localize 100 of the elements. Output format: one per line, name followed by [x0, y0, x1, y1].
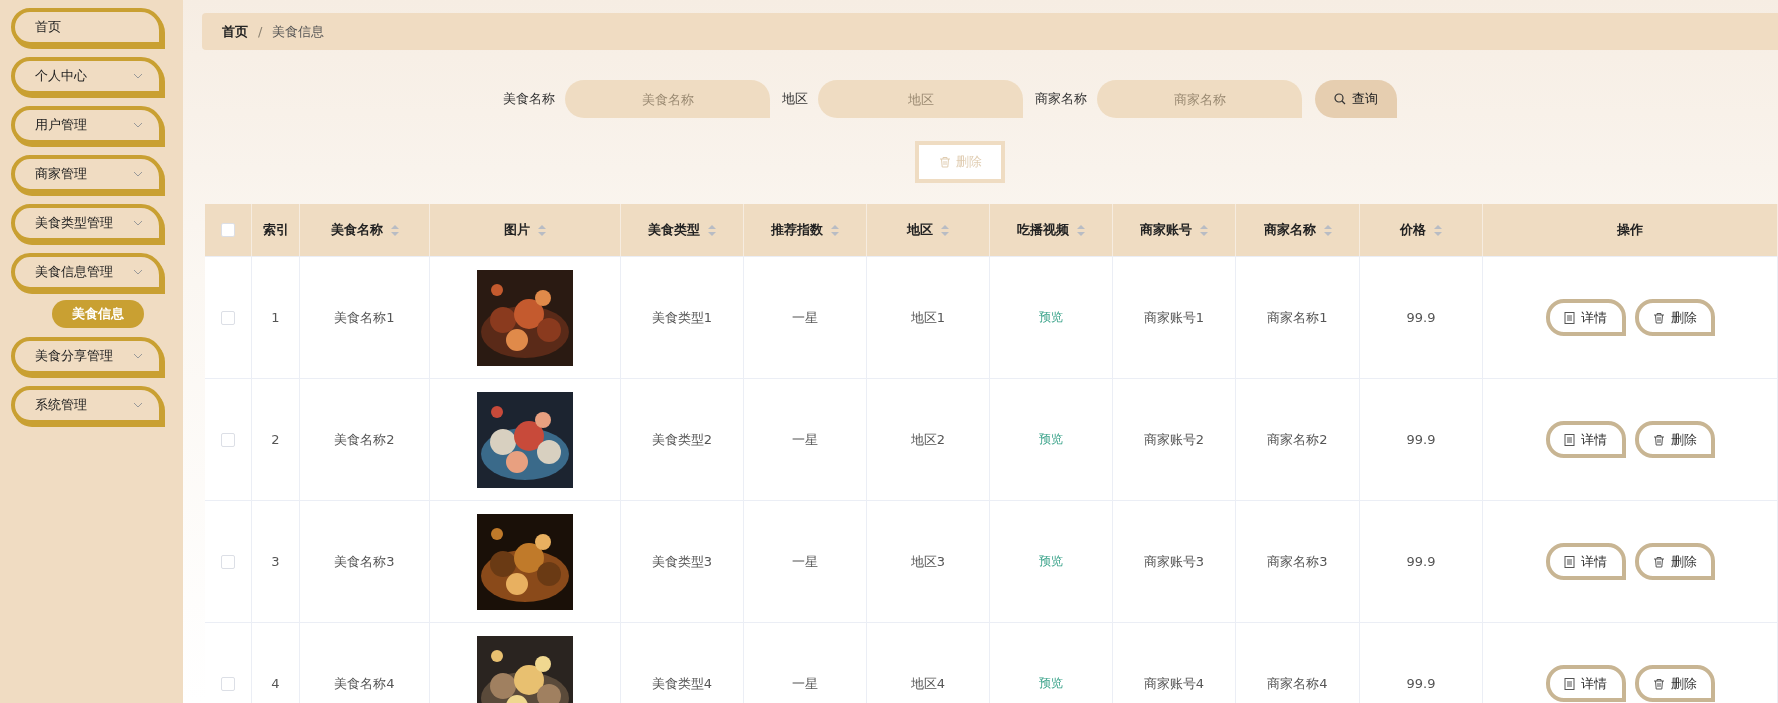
table-cell: 2	[271, 432, 280, 447]
table-cell: 商家名称3	[1267, 552, 1328, 571]
table-cell: 99.9	[1406, 554, 1436, 569]
field-label: 商家名称	[1035, 90, 1087, 108]
breadcrumb-item[interactable]: 首页	[222, 22, 248, 41]
row-checkbox[interactable]	[221, 554, 235, 569]
menu-item[interactable]: 美食信息管理	[11, 253, 163, 291]
table-cell: 99.9	[1406, 432, 1436, 447]
delete-button[interactable]: 删除	[1634, 543, 1715, 580]
table-cell: 商家名称2	[1267, 430, 1328, 449]
sort-icon[interactable]	[708, 224, 716, 236]
column-header[interactable]: 美食类型	[648, 221, 700, 239]
table-cell: 美食类型1	[651, 308, 713, 327]
sort-icon[interactable]	[831, 224, 839, 236]
chevron-down-icon	[133, 402, 143, 408]
table-cell: 一星	[792, 674, 818, 693]
delete-button[interactable]: 删除	[1634, 421, 1715, 458]
document-icon	[1564, 433, 1575, 446]
delete-button[interactable]: 删除	[1634, 665, 1715, 702]
chevron-down-icon	[133, 269, 143, 275]
table-cell: 商家账号3	[1143, 552, 1205, 571]
field-label: 地区	[782, 90, 808, 108]
chevron-down-icon	[133, 171, 143, 177]
trash-icon	[1652, 555, 1665, 568]
details-button[interactable]: 详情	[1545, 543, 1626, 580]
search-button[interactable]: 查询	[1315, 80, 1397, 118]
sort-icon[interactable]	[390, 224, 399, 236]
search-icon	[1334, 93, 1346, 105]
table-cell: 3	[271, 554, 280, 569]
search-field[interactable]: 商家名称	[1097, 80, 1302, 118]
column-header[interactable]: 商家账号	[1140, 221, 1192, 239]
table-cell: 美食名称2	[334, 430, 395, 449]
document-icon	[1564, 555, 1575, 568]
table-cell: 美食名称3	[334, 552, 395, 571]
trash-icon	[1652, 677, 1665, 690]
table-cell: 美食名称4	[334, 674, 395, 693]
document-icon	[1564, 311, 1575, 324]
menu-item[interactable]: 用户管理	[11, 106, 163, 144]
row-checkbox[interactable]	[221, 432, 235, 447]
column-header[interactable]: 地区	[907, 221, 933, 239]
table-cell: 一星	[792, 430, 818, 449]
sort-icon[interactable]	[941, 224, 949, 236]
table-cell: 美食名称1	[334, 308, 395, 327]
table-cell: 地区4	[910, 674, 946, 693]
table-cell: 4	[271, 676, 280, 691]
table-cell: 商家名称1	[1267, 308, 1328, 327]
breadcrumb-separator: /	[258, 24, 263, 39]
table-cell: 商家名称4	[1267, 674, 1328, 693]
table-cell: 地区2	[910, 430, 946, 449]
sort-icon[interactable]	[538, 224, 546, 236]
table-cell: 1	[271, 310, 280, 325]
table-cell: 美食类型2	[651, 430, 713, 449]
column-header[interactable]: 吃播视频	[1017, 221, 1069, 239]
chevron-down-icon	[133, 122, 143, 128]
document-icon	[1564, 677, 1575, 690]
select-all-checkbox[interactable]	[221, 223, 235, 237]
column-header[interactable]: 美食名称	[330, 221, 383, 239]
table-cell: 一星	[792, 552, 818, 571]
trash-icon	[938, 156, 951, 168]
menu-item[interactable]: 商家管理	[11, 155, 163, 193]
search-field[interactable]: 地区	[818, 80, 1023, 118]
sort-icon[interactable]	[1200, 224, 1208, 236]
menu-item[interactable]: 美食类型管理	[11, 204, 163, 242]
chevron-down-icon	[133, 73, 143, 79]
sort-icon[interactable]	[1434, 224, 1442, 236]
row-checkbox[interactable]	[221, 676, 235, 691]
trash-icon	[1652, 433, 1665, 446]
menu-item[interactable]: 系统管理	[11, 386, 163, 424]
column-header: 索引	[262, 221, 289, 239]
table-cell: 商家账号2	[1143, 430, 1205, 449]
search-field[interactable]: 美食名称	[565, 80, 770, 118]
column-header[interactable]: 商家名称	[1263, 221, 1316, 239]
table-cell: 商家账号1	[1143, 308, 1205, 327]
details-button[interactable]: 详情	[1545, 299, 1626, 336]
menu-item[interactable]: 美食分享管理	[11, 337, 163, 375]
table-cell: 地区3	[910, 552, 946, 571]
column-header[interactable]: 推荐指数	[771, 221, 823, 239]
table-cell: 一星	[792, 308, 818, 327]
trash-icon	[1652, 311, 1665, 324]
chevron-down-icon	[133, 353, 143, 359]
sort-icon[interactable]	[1323, 224, 1332, 236]
menu-item[interactable]: 个人中心	[11, 57, 163, 95]
menu-item[interactable]: 首页	[11, 8, 163, 46]
table-cell: 美食类型4	[651, 674, 713, 693]
details-button[interactable]: 详情	[1545, 421, 1626, 458]
column-header[interactable]: 图片	[504, 221, 530, 239]
details-button[interactable]: 详情	[1545, 665, 1626, 702]
table-cell: 99.9	[1406, 676, 1436, 691]
chevron-down-icon	[133, 220, 143, 226]
table-cell: 商家账号4	[1143, 674, 1205, 693]
column-header[interactable]: 价格	[1400, 221, 1426, 239]
table-cell: 99.9	[1406, 310, 1436, 325]
field-label: 美食名称	[503, 90, 555, 108]
breadcrumb-item: 美食信息	[272, 22, 325, 41]
table-cell: 美食类型3	[651, 552, 713, 571]
column-header: 操作	[1617, 221, 1643, 239]
table-cell: 地区1	[910, 308, 946, 327]
delete-button[interactable]: 删除	[1634, 299, 1715, 336]
sort-icon[interactable]	[1077, 224, 1085, 236]
row-checkbox[interactable]	[221, 310, 235, 325]
